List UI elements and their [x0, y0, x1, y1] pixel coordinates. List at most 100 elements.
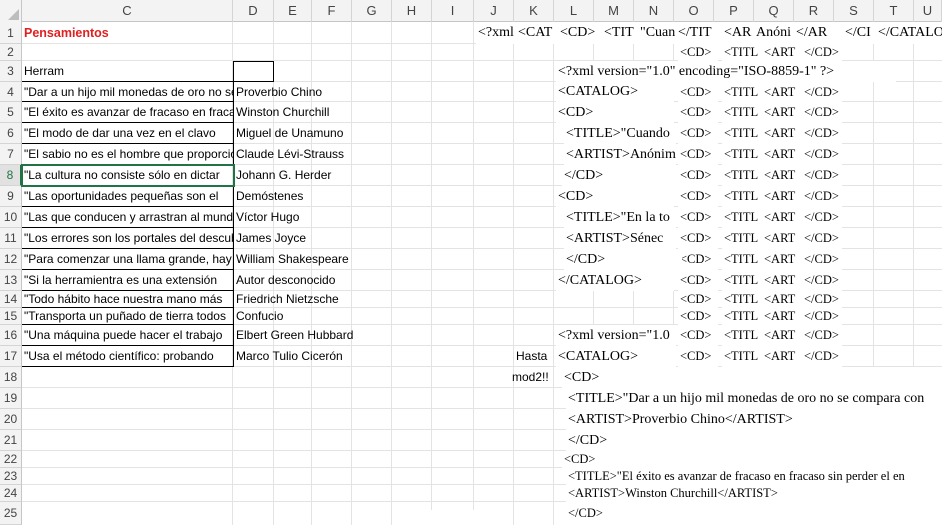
xml-row1-cell[interactable]: </CI — [843, 22, 876, 44]
xml-short-cell[interactable]: <TITL — [722, 291, 762, 308]
author-cell[interactable]: Demóstenes — [234, 186, 432, 207]
xml-short-cell[interactable]: <CD> — [678, 308, 718, 325]
xml-short-cell[interactable]: <ART — [762, 44, 802, 61]
xml-block-cell[interactable]: </CD> — [562, 165, 680, 186]
xml-short-cell[interactable]: <ART — [762, 123, 802, 144]
author-cell[interactable]: Elbert Green Hubbard — [234, 325, 432, 346]
quote-cell[interactable]: "Los errores son los portales del descub… — [22, 228, 233, 249]
xml-short-cell[interactable]: </CD> — [802, 270, 842, 291]
xml-short-cell[interactable]: </CD> — [802, 249, 842, 270]
select-all-corner[interactable] — [0, 0, 22, 22]
author-cell[interactable]: Proverbio Chino — [234, 82, 432, 102]
xml-short-cell[interactable]: <TITL — [722, 249, 762, 270]
row-header-10[interactable]: 10 — [0, 207, 22, 228]
column-header-o[interactable]: O — [674, 0, 714, 22]
spreadsheet-grid[interactable]: CDEFGHIJKLMNOPQRSTU 1 2 3 4 5 6 7 8 9 10 11 12 13 14 1… — [0, 0, 942, 525]
author-cell[interactable]: Friedrich Nietzsche — [234, 291, 432, 308]
author-cell[interactable]: William Shakespeare — [234, 249, 432, 270]
row-header-22[interactable]: 22 — [0, 451, 22, 468]
row-header-15[interactable]: 15 — [0, 308, 22, 325]
xml-short-cell[interactable]: </CD> — [802, 207, 842, 228]
row-header-18[interactable]: 18 — [0, 367, 22, 388]
quote-cell[interactable]: "El éxito es avanzar de fracaso en fraca… — [22, 102, 233, 123]
xml-short-cell[interactable]: <ART — [762, 144, 802, 165]
xml-row1-cell[interactable]: Anóni — [754, 22, 794, 44]
xml-short-cell[interactable]: </CD> — [802, 186, 842, 207]
xml-short-cell[interactable]: <ART — [762, 291, 802, 308]
row-header-24[interactable]: 24 — [0, 485, 22, 502]
xml-short-cell[interactable]: </CD> — [802, 308, 842, 325]
row-header-9[interactable]: 9 — [0, 186, 22, 207]
row-header-2[interactable]: 2 — [0, 44, 22, 61]
xml-short-cell[interactable]: </CD> — [802, 165, 842, 186]
xml-short-cell[interactable]: </CD> — [802, 291, 842, 308]
xml-short-cell[interactable]: </CD> — [802, 228, 842, 249]
xml-short-cell[interactable]: <CD> — [678, 207, 718, 228]
xml-short-cell[interactable]: </CD> — [802, 346, 842, 367]
row-header-14[interactable]: 14 — [0, 291, 22, 308]
mod-label-cell[interactable]: mod2!! — [510, 367, 554, 388]
xml-short-cell[interactable]: <TITL — [722, 186, 762, 207]
quote-cell[interactable]: "El modo de dar una vez en el clavo — [22, 123, 233, 144]
xml-short-cell[interactable]: <CD> — [678, 186, 718, 207]
xml-short-cell[interactable]: </CD> — [802, 144, 842, 165]
column-header-i[interactable]: I — [432, 0, 474, 22]
xml-lower-cell[interactable]: <TITLE>"Dar a un hijo mil monedas de oro… — [566, 388, 942, 409]
quote-cell[interactable]: "Todo hábito hace nuestra mano más — [22, 291, 233, 308]
quote-cell[interactable]: "Una máquina puede hacer el trabajo — [22, 325, 233, 346]
xml-short-cell[interactable]: <TITL — [722, 102, 762, 123]
xml-row1-cell[interactable]: <AR — [722, 22, 754, 44]
xml-short-cell[interactable]: <TITL — [722, 82, 762, 102]
column-header-c[interactable]: C — [22, 0, 233, 22]
xml-block-cell[interactable]: <TITLE>"Cuando — [564, 123, 676, 144]
row-header-8[interactable]: 8 — [0, 165, 22, 186]
xml-short-cell[interactable]: <CD> — [678, 82, 718, 102]
column-header-f[interactable]: F — [312, 0, 352, 22]
xml-short-cell[interactable]: <ART — [762, 249, 802, 270]
xml-lower-cell[interactable]: <ARTIST>Winston Churchill</ARTIST> — [566, 485, 942, 502]
row-header-16[interactable]: 16 — [0, 325, 22, 346]
xml-lower-cell[interactable]: </CD> — [566, 430, 942, 451]
quote-cell[interactable]: "Las oportunidades pequeñas son el — [22, 186, 233, 207]
xml-row16-cell[interactable]: <?xml version="1.0 — [556, 325, 676, 346]
quote-cell[interactable]: "Usa el método científico: probando — [22, 346, 233, 367]
xml-short-cell[interactable]: <CD> — [678, 346, 718, 367]
xml-lower-cell[interactable]: <ARTIST>Proverbio Chino</ARTIST> — [566, 409, 942, 430]
xml-lower-cell[interactable]: </CD> — [566, 502, 942, 525]
row-header-3[interactable]: 3 — [0, 61, 22, 82]
xml-short-cell[interactable]: <TITL — [722, 228, 762, 249]
row-header-25[interactable]: 25 — [0, 502, 22, 525]
xml-short-cell[interactable]: <CD> — [678, 270, 718, 291]
column-header-n[interactable]: N — [634, 0, 674, 22]
xml-block-cell[interactable]: </CD> — [564, 249, 682, 270]
row-header-17[interactable]: 17 — [0, 346, 22, 367]
column-header-s[interactable]: S — [834, 0, 874, 22]
row-header-21[interactable]: 21 — [0, 430, 22, 451]
xml-short-cell[interactable]: <TITL — [722, 123, 762, 144]
xml-short-cell[interactable]: <CD> — [678, 44, 718, 61]
header-label-cell[interactable]: Herram — [22, 61, 233, 82]
xml-row1-cell[interactable]: <CD> — [558, 22, 602, 44]
row-header-12[interactable]: 12 — [0, 249, 22, 270]
xml-short-cell[interactable]: <CD> — [678, 102, 718, 123]
author-cell[interactable]: Johann G. Herder — [234, 165, 432, 186]
quote-cell[interactable]: "El sabio no es el hombre que proporcion… — [22, 144, 233, 165]
xml-row1-cell[interactable]: </TIT — [676, 22, 722, 44]
xml-short-cell[interactable]: <TITL — [722, 270, 762, 291]
xml-block-cell[interactable]: <TITLE>"En la to — [564, 207, 676, 228]
xml-short-cell[interactable]: <TITL — [722, 44, 762, 61]
sheet-title-cell[interactable]: Pensamientos — [22, 22, 232, 44]
author-cell[interactable]: Autor desconocido — [234, 270, 432, 291]
header-box-cell-d[interactable] — [233, 61, 274, 82]
row-header-6[interactable]: 6 — [0, 123, 22, 144]
xml-short-cell[interactable]: <TITL — [722, 346, 762, 367]
xml-short-cell[interactable]: </CD> — [802, 325, 842, 346]
author-cell[interactable]: Marco Tulio Cicerón — [234, 346, 432, 367]
xml-row1-cell[interactable]: <CAT — [516, 22, 558, 44]
author-cell[interactable]: James Joyce — [234, 228, 432, 249]
xml-short-cell[interactable]: </CD> — [802, 44, 842, 61]
row-header-1[interactable]: 1 — [0, 22, 22, 44]
xml-short-cell[interactable]: <ART — [762, 308, 802, 325]
xml-block-cell[interactable]: </CATALOG> — [556, 270, 674, 291]
xml-block-cell[interactable]: <ARTIST>Anónimo — [564, 144, 676, 165]
